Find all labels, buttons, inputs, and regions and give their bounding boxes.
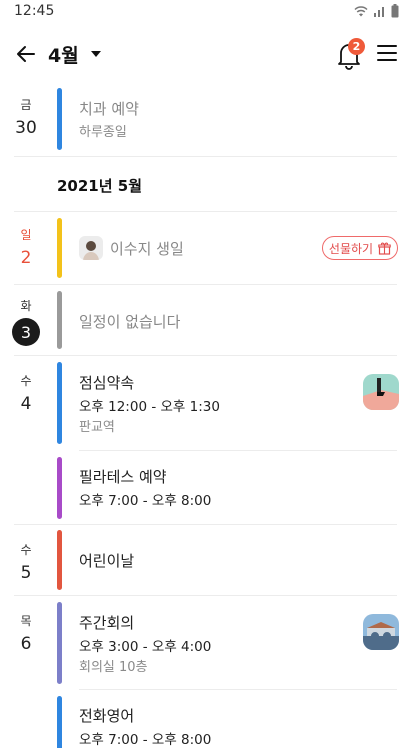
- event-title: 필라테스 예약: [79, 468, 167, 486]
- app-bar: 4월 2: [0, 24, 411, 84]
- event-time: 오후 3:00 - 오후 4:00: [79, 639, 212, 655]
- day-row-fri-30[interactable]: 금 30 치과 예약 하루종일: [0, 84, 411, 156]
- event-color-bar: [57, 291, 62, 349]
- day-row-sun-2[interactable]: 일 2 이수지 생일 선물하기: [0, 212, 411, 284]
- avatar: [79, 236, 103, 260]
- day-number: 3: [20, 322, 32, 342]
- event-color-bar: [57, 602, 62, 684]
- empty-schedule-text: 일정이 없습니다: [79, 313, 181, 331]
- event-subtitle: 하루종일: [79, 125, 127, 140]
- wifi-icon: [354, 6, 368, 17]
- event-photo-thumbnail[interactable]: [363, 374, 399, 410]
- event-title: 어린이날: [79, 552, 135, 570]
- month-section-header: 2021년 5월: [57, 177, 143, 195]
- event-color-bar: [57, 362, 62, 444]
- status-time: 12:45: [14, 3, 55, 19]
- weekday-label: 목: [20, 614, 32, 628]
- event-title: 전화영어: [79, 707, 135, 725]
- weekday-label: 일: [20, 228, 32, 242]
- caret-down-icon[interactable]: [88, 46, 104, 62]
- day-label: 수 5: [0, 541, 52, 583]
- divider: [14, 156, 397, 157]
- battery-icon: [391, 4, 399, 18]
- day-number: 30: [15, 118, 37, 138]
- arrow-left-icon: [17, 46, 35, 62]
- weekday-label: 수: [20, 543, 32, 557]
- status-bar: 12:45: [0, 0, 411, 24]
- weekday-label: 수: [20, 374, 32, 388]
- day-number: 2: [20, 248, 32, 268]
- event-title: 이수지 생일: [110, 240, 184, 258]
- event-row-pilates[interactable]: 필라테스 예약 오후 7:00 - 오후 8:00: [0, 451, 411, 524]
- hamburger-icon: [377, 45, 397, 61]
- event-location: 회의실 10층: [79, 660, 148, 675]
- event-photo-thumbnail[interactable]: [363, 614, 399, 650]
- menu-button[interactable]: [376, 42, 398, 64]
- day-row-tue-3[interactable]: 화 3 일정이 없습니다: [0, 285, 411, 355]
- event-row-phone-english[interactable]: 전화영어 오후 7:00 - 오후 8:00: [0, 690, 411, 748]
- notification-badge: 2: [348, 38, 365, 55]
- day-label: 목 6: [0, 612, 52, 654]
- day-label: 금 30: [0, 96, 52, 138]
- event-color-bar: [57, 457, 62, 519]
- day-label: 화 3: [0, 297, 52, 346]
- day-label: 수 4: [0, 372, 52, 414]
- gift-button[interactable]: 선물하기: [322, 236, 398, 260]
- event-color-bar: [57, 530, 62, 590]
- day-label: 일 2: [0, 226, 52, 268]
- person-avatar-icon: [83, 241, 99, 260]
- gift-icon: [378, 242, 391, 255]
- day-number: 6: [20, 634, 32, 654]
- event-time: 오후 7:00 - 오후 8:00: [79, 732, 212, 748]
- day-row-wed-5[interactable]: 수 5 어린이날: [0, 525, 411, 595]
- event-time: 오후 12:00 - 오후 1:30: [79, 399, 220, 415]
- month-selector-label[interactable]: 4월: [48, 41, 79, 68]
- gift-button-label: 선물하기: [328, 241, 374, 256]
- event-color-bar: [57, 696, 62, 748]
- event-color-bar: [57, 88, 62, 150]
- weekday-label: 화: [20, 299, 32, 313]
- event-title: 주간회의: [79, 614, 135, 632]
- event-color-bar: [57, 218, 62, 278]
- event-title: 치과 예약: [79, 100, 139, 118]
- photo-thumbnail-icon: [363, 614, 399, 650]
- signal-icon: [374, 7, 384, 17]
- day-number: 4: [20, 394, 32, 414]
- status-icons: [353, 4, 399, 18]
- event-location: 판교역: [79, 420, 115, 435]
- weekday-label: 금: [20, 98, 32, 112]
- today-indicator: 3: [12, 318, 40, 346]
- day-row-wed-4[interactable]: 수 4 점심약속 오후 12:00 - 오후 1:30 판교역: [0, 356, 411, 450]
- day-number: 5: [20, 563, 32, 583]
- photo-thumbnail-icon: [363, 374, 399, 410]
- day-row-thu-6[interactable]: 목 6 주간회의 오후 3:00 - 오후 4:00 회의실 10층: [0, 596, 411, 689]
- event-time: 오후 7:00 - 오후 8:00: [79, 493, 212, 509]
- back-button[interactable]: [12, 40, 40, 68]
- event-title: 점심약속: [79, 374, 135, 392]
